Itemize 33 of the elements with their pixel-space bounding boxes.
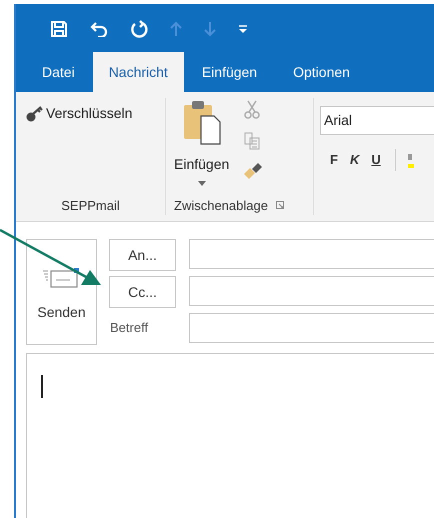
undo-icon[interactable] [90, 20, 108, 36]
subject-label: Betreff [109, 319, 150, 338]
paste-button[interactable]: Einfügen [174, 98, 230, 186]
send-button[interactable]: Senden [26, 239, 97, 345]
ribbon-tab[interactable]: Einfügen [184, 52, 276, 92]
format-button[interactable]: U [371, 150, 381, 170]
ribbon-tab[interactable]: Nachricht [92, 52, 184, 92]
encrypt-button[interactable]: Verschlüsseln [26, 103, 132, 124]
format-button[interactable]: F [330, 150, 338, 170]
save-icon[interactable] [50, 20, 68, 38]
envelope-icon [42, 268, 80, 288]
key-icon [26, 106, 44, 122]
to-field[interactable] [189, 239, 434, 269]
group-label: Zwischenablage [174, 196, 268, 215]
dialog-launcher-icon[interactable] [276, 201, 284, 210]
cc-field[interactable] [189, 276, 434, 306]
subject-field[interactable] [189, 313, 434, 343]
text-cursor [41, 375, 43, 398]
ribbon-tab[interactable]: Optionen [275, 52, 368, 92]
scissors-icon[interactable] [243, 100, 262, 120]
copy-icon[interactable] [243, 132, 262, 150]
message-body-field[interactable] [26, 353, 434, 518]
caret-icon [198, 181, 206, 186]
format-button[interactable]: K [350, 150, 360, 170]
cc-button[interactable]: Cc... [109, 276, 176, 308]
to-button[interactable]: An... [109, 239, 176, 271]
customize-icon[interactable] [238, 24, 248, 34]
highlight-icon[interactable] [408, 152, 414, 168]
redo-icon[interactable] [130, 20, 148, 38]
font-name-field[interactable]: Arial [320, 106, 434, 135]
ribbon-tab[interactable]: Datei [24, 52, 93, 92]
brush-icon[interactable] [243, 162, 264, 180]
group-label: SEPPmail [61, 196, 120, 214]
